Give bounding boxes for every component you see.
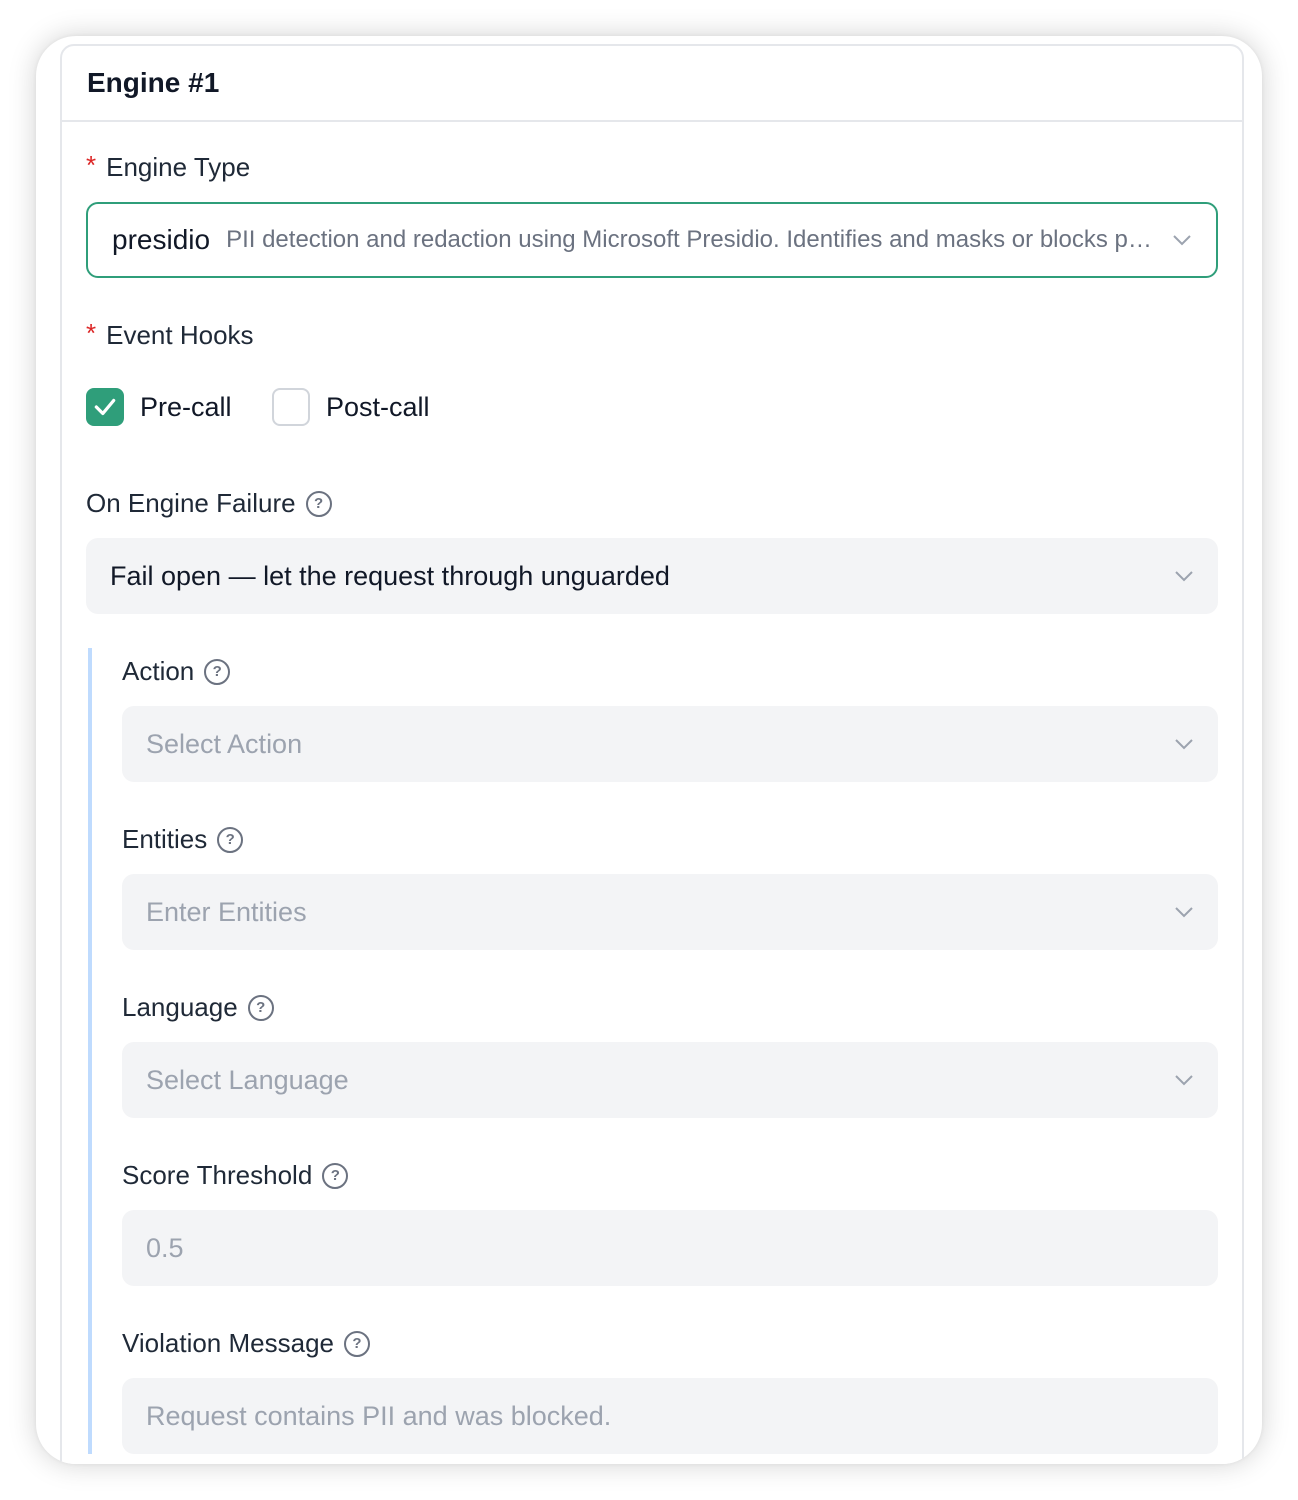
violation-message-label: Violation Message ? [122,1328,370,1359]
required-mark: * [86,318,97,348]
language-placeholder: Select Language [146,1064,349,1095]
on-failure-value: Fail open — let the request through ungu… [110,560,670,591]
engine-type-label-text: Engine Type [106,152,251,182]
action-label-text: Action [122,656,195,686]
help-icon[interactable]: ? [322,1162,349,1189]
engine-type-label: * Engine Type [86,150,251,183]
violation-message-placeholder: Request contains PII and was blocked. [146,1400,612,1431]
pre-call-label[interactable]: Pre-call [140,392,232,423]
entities-label: Entities ? [122,824,244,855]
entities-label-text: Entities [122,824,208,854]
engine-type-description: PII detection and redaction using Micros… [226,226,1156,253]
action-select[interactable]: Select Action [122,706,1218,782]
violation-message-input[interactable]: Request contains PII and was blocked. [122,1378,1218,1454]
language-label-text: Language [122,992,238,1022]
action-label: Action ? [122,656,231,687]
post-call-label[interactable]: Post-call [326,392,430,423]
chevron-down-icon [1173,235,1191,246]
on-failure-select[interactable]: Fail open — let the request through ungu… [86,538,1218,614]
score-threshold-placeholder: 0.5 [146,1232,184,1263]
window-frame: Engine #1 * Engine Type presidio PII det… [36,36,1262,1464]
score-threshold-label-text: Score Threshold [122,1160,313,1190]
chevron-down-icon [1175,739,1193,750]
entities-placeholder: Enter Entities [146,896,307,927]
entities-select[interactable]: Enter Entities [122,874,1218,950]
pre-call-checkbox[interactable] [86,388,124,426]
help-icon[interactable]: ? [204,658,231,685]
help-icon[interactable]: ? [217,826,244,853]
language-select[interactable]: Select Language [122,1042,1218,1118]
on-failure-label-text: On Engine Failure [86,488,296,518]
event-hooks-label-text: Event Hooks [106,320,254,350]
action-placeholder: Select Action [146,728,303,759]
event-hooks-label: * Event Hooks [86,318,254,351]
chevron-down-icon [1175,1075,1193,1086]
engine-type-value: presidio [112,224,211,255]
engine-type-select[interactable]: presidio PII detection and redaction usi… [86,202,1218,278]
help-icon[interactable]: ? [305,490,332,517]
language-label: Language ? [122,992,274,1023]
help-icon[interactable]: ? [247,994,274,1021]
chevron-down-icon [1175,571,1193,582]
nested-settings-bar [88,648,92,1454]
post-call-checkbox[interactable] [272,388,310,426]
required-mark: * [86,150,97,180]
check-icon [94,398,116,416]
score-threshold-input[interactable]: 0.5 [122,1210,1218,1286]
card-header: Engine #1 [62,46,1242,122]
score-threshold-label: Score Threshold ? [122,1160,349,1191]
chevron-down-icon [1175,907,1193,918]
help-icon[interactable]: ? [344,1330,370,1357]
on-failure-label: On Engine Failure ? [86,488,332,519]
card-title: Engine #1 [87,67,220,98]
violation-message-label-text: Violation Message [122,1328,334,1358]
engine-card: Engine #1 * Engine Type presidio PII det… [60,44,1244,1464]
